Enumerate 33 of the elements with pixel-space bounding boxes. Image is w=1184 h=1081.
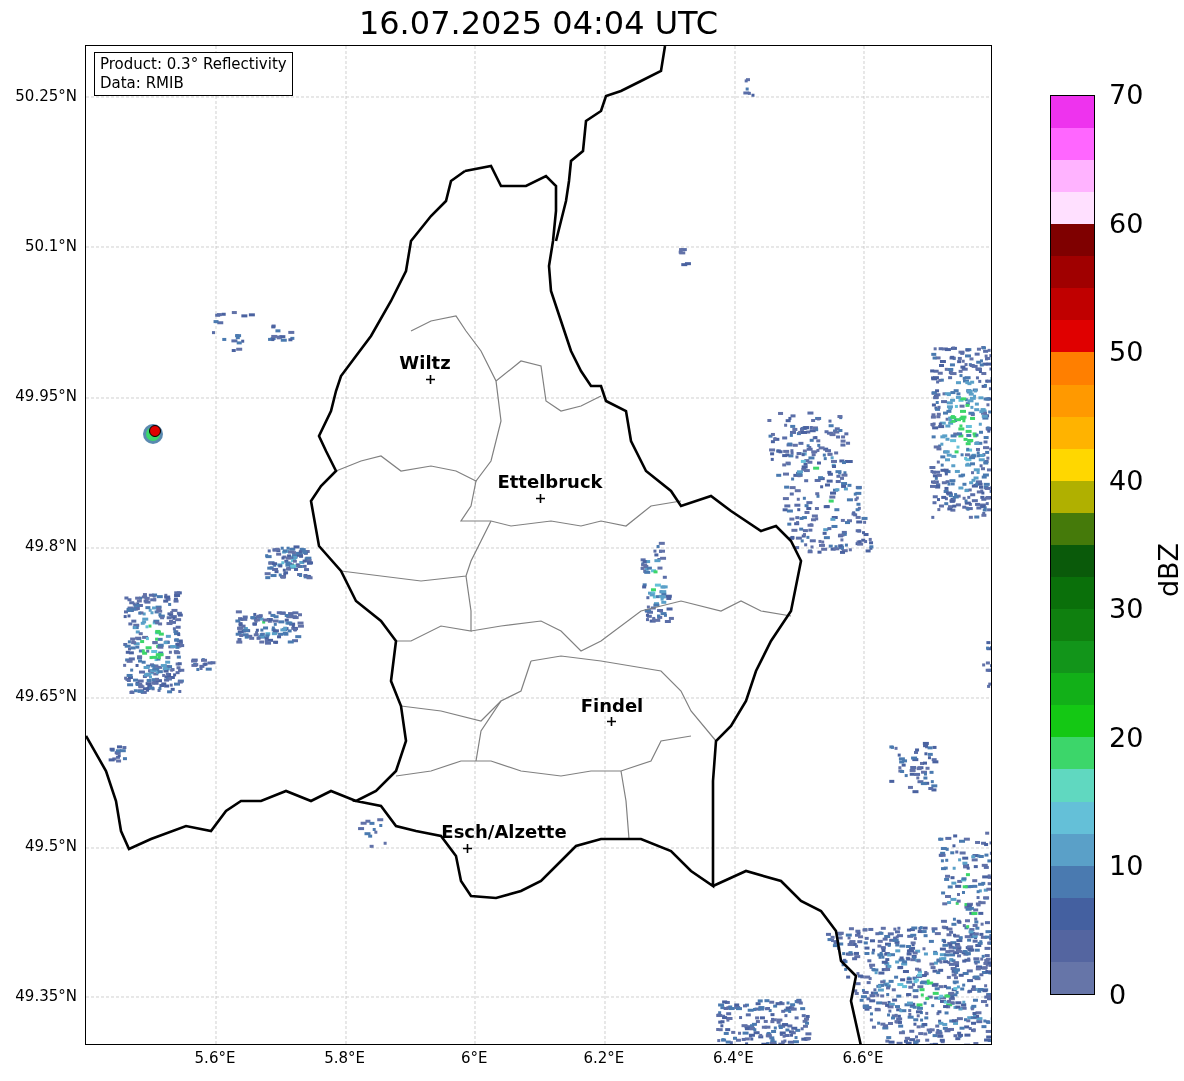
latitude-label: 50.1°N: [24, 237, 77, 255]
latitude-label: 49.95°N: [15, 387, 77, 405]
colorbar-tick-label: 70: [1109, 80, 1144, 110]
city-label: Wiltz: [399, 353, 451, 373]
colorbar-tick-label: 20: [1109, 722, 1144, 753]
colorbar-tick-label: 0: [1109, 980, 1127, 1010]
city-marker-icon: [425, 374, 435, 384]
city-marker-icon: [535, 493, 545, 503]
chart-title: 16.07.2025 04:04 UTC: [358, 3, 719, 43]
longitude-label: 6.2°E: [583, 1049, 625, 1067]
colorbar-tick-label: 50: [1109, 337, 1144, 368]
city-marker-icon: [462, 843, 472, 853]
longitude-label: 5.8°E: [324, 1049, 365, 1067]
colorbar-tick-label: 10: [1109, 851, 1144, 882]
latitude-label: 49.65°N: [15, 687, 77, 705]
colorbar-tick-label: 30: [1109, 594, 1144, 625]
info-text: Data: RMIB: [100, 74, 185, 93]
city-label: Esch/Alzette: [441, 822, 567, 842]
latitude-label: 49.5°N: [24, 837, 77, 855]
city-label: Ettelbruck: [497, 472, 603, 492]
longitude-label: 6.4°E: [712, 1049, 754, 1067]
latitude-label: 49.8°N: [24, 537, 77, 555]
latitude-label: 49.35°N: [15, 987, 77, 1005]
colorbar-tick-label: 40: [1109, 465, 1144, 496]
colorbar-tick-label: 60: [1109, 208, 1144, 239]
longitude-label: 6°E: [460, 1049, 488, 1067]
longitude-label: 6.6°E: [842, 1049, 884, 1067]
colorbar-label: dBZ: [1154, 542, 1184, 598]
latitude-label: 50.25°N: [15, 87, 77, 105]
info-text: Product: 0.3° Reflectivity: [100, 55, 287, 74]
city-marker-icon: [606, 716, 616, 726]
city-label: Findel: [580, 696, 644, 716]
longitude-label: 5.6°E: [194, 1049, 236, 1067]
